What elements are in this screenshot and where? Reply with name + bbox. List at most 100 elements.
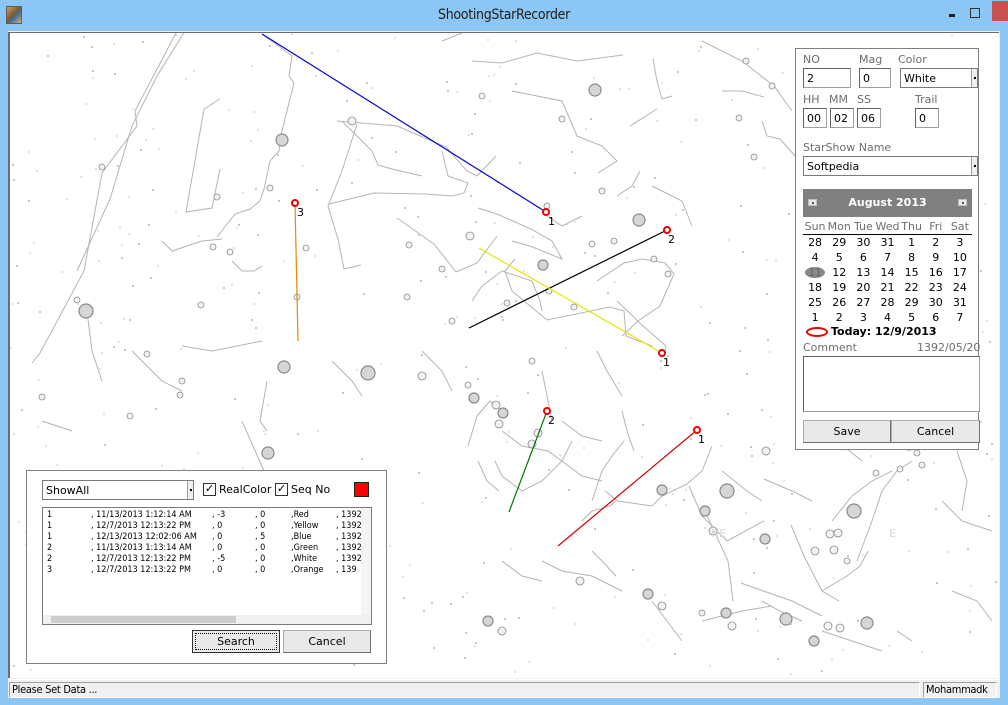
calendar-day[interactable]: 1 <box>900 235 924 250</box>
meteor-list[interactable]: 1, 11/13/2013 1:12:14 AM, -3, 0 ,Red, 139… <box>42 507 372 625</box>
chevron-down-icon[interactable] <box>187 481 193 499</box>
calendar-day[interactable]: 7 <box>875 250 899 265</box>
calendar-day[interactable]: 14 <box>875 265 899 280</box>
list-item[interactable]: 1, 11/13/2013 1:12:14 AM, -3, 0 ,Red, 139… <box>47 510 371 521</box>
calendar-day[interactable]: 18 <box>803 280 827 295</box>
faint-star <box>404 207 406 209</box>
starshow-select[interactable]: Softpedia <box>803 156 978 176</box>
calendar-day[interactable]: 2 <box>924 235 948 250</box>
calendar-day[interactable]: 26 <box>827 295 851 310</box>
mag-input[interactable]: 0 <box>859 68 891 88</box>
calendar-day[interactable]: 17 <box>948 265 972 280</box>
calendar-today[interactable]: Today: 12/9/2013 <box>806 325 937 338</box>
ss-input[interactable]: 06 <box>857 108 881 128</box>
faint-star <box>485 497 487 499</box>
color-select[interactable]: White <box>900 68 978 88</box>
calendar-day[interactable]: 10 <box>948 250 972 265</box>
calendar-next-button[interactable] <box>958 199 967 206</box>
calendar-day[interactable]: 11 <box>803 265 827 280</box>
calendar-day[interactable]: 31 <box>875 235 899 250</box>
faint-star <box>660 367 662 369</box>
calendar-day[interactable]: 5 <box>900 310 924 325</box>
list-cell-trail: , 5 <box>255 532 266 542</box>
filter-select[interactable]: ShowAll <box>42 480 194 500</box>
calendar-day[interactable]: 31 <box>948 295 972 310</box>
calendar-day[interactable]: 9 <box>924 250 948 265</box>
trail-input[interactable]: 0 <box>915 108 939 128</box>
chevron-down-icon[interactable] <box>971 69 977 87</box>
faint-star <box>690 438 692 440</box>
calendar-day[interactable]: 8 <box>900 250 924 265</box>
calendar-day[interactable]: 2 <box>827 310 851 325</box>
meteor-trail[interactable] <box>294 202 299 342</box>
calendar-day[interactable]: 19 <box>827 280 851 295</box>
list-item[interactable]: 2 , 11/13/2013 1:13:14 AM , 0 , 0 ,Green , 13… <box>47 543 371 554</box>
seqno-checkbox[interactable]: ✓ <box>275 483 288 496</box>
calendar-day[interactable]: 20 <box>851 280 875 295</box>
faint-star <box>258 292 260 294</box>
calendar-day[interactable]: 7 <box>948 310 972 325</box>
calendar-day[interactable]: 13 <box>851 265 875 280</box>
list-item[interactable]: 1, 12/13/2013 12:02:06 AM, 0, 5 ,Blue, 13… <box>47 532 371 543</box>
faint-star <box>129 319 131 321</box>
faint-star <box>776 535 778 537</box>
calendar-day[interactable]: 30 <box>924 295 948 310</box>
cancel-button[interactable]: Cancel <box>891 420 980 443</box>
scrollbar-thumb[interactable] <box>51 616 236 623</box>
calendar-day[interactable]: 3 <box>948 235 972 250</box>
close-button[interactable]: X <box>992 1 1008 21</box>
calendar-day[interactable]: 21 <box>875 280 899 295</box>
faint-star <box>30 669 32 671</box>
star <box>742 57 750 65</box>
chevron-down-icon[interactable] <box>971 157 977 175</box>
calendar-day[interactable]: 28 <box>803 235 827 250</box>
meteor-trail[interactable] <box>557 429 698 547</box>
list-item[interactable]: 2, 12/7/2013 12:13:22 PM, -5, 0 ,White, 1… <box>47 554 371 565</box>
calendar-day[interactable]: 12 <box>827 265 851 280</box>
calendar-day[interactable]: 5 <box>827 250 851 265</box>
calendar-day[interactable]: 23 <box>924 280 948 295</box>
calendar-day[interactable]: 4 <box>803 250 827 265</box>
minimize-button[interactable] <box>946 7 960 21</box>
save-button[interactable]: Save <box>803 420 891 443</box>
calendar-day[interactable]: 24 <box>948 280 972 295</box>
calendar-day[interactable]: 28 <box>875 295 899 310</box>
faint-star <box>675 214 677 216</box>
calendar-day[interactable]: 25 <box>803 295 827 310</box>
calendar-day[interactable]: 29 <box>900 295 924 310</box>
color-swatch[interactable] <box>354 482 369 497</box>
list-item[interactable]: 1 , 12/7/2013 12:13:22 PM , 0 , 0 ,Yellow , 1… <box>47 521 371 532</box>
meteor-trail[interactable] <box>261 33 547 213</box>
faint-star <box>618 382 620 384</box>
list-vertical-scrollbar[interactable] <box>361 508 371 616</box>
faint-star <box>357 159 359 161</box>
calendar-day[interactable]: 30 <box>851 235 875 250</box>
calendar-day[interactable]: 4 <box>875 310 899 325</box>
calendar-day[interactable]: 15 <box>900 265 924 280</box>
calendar-day[interactable]: 1 <box>803 310 827 325</box>
calendar-day[interactable]: 6 <box>924 310 948 325</box>
meteor-trail[interactable] <box>508 410 548 513</box>
list-item[interactable]: 3 , 12/7/2013 12:13:22 PM , 0 , 0 ,Orange , 1… <box>47 565 371 576</box>
constellation-line <box>941 500 993 532</box>
calendar-day[interactable]: 6 <box>851 250 875 265</box>
calendar-prev-button[interactable] <box>808 199 817 206</box>
search-cancel-button[interactable]: Cancel <box>283 630 371 653</box>
calendar-day[interactable]: 29 <box>827 235 851 250</box>
list-horizontal-scrollbar[interactable] <box>43 615 371 624</box>
calendar-day[interactable]: 27 <box>851 295 875 310</box>
star <box>918 461 926 469</box>
meteor-trail[interactable] <box>468 229 668 329</box>
calendar-day[interactable]: 3 <box>851 310 875 325</box>
constellation-line <box>651 600 683 642</box>
calendar-day[interactable]: 16 <box>924 265 948 280</box>
maximize-button[interactable] <box>970 8 980 18</box>
comment-textarea[interactable] <box>803 356 980 412</box>
no-input[interactable]: 2 <box>803 68 851 88</box>
search-button[interactable]: Search <box>192 630 280 653</box>
faint-star <box>420 280 422 282</box>
hh-input[interactable]: 00 <box>803 108 827 128</box>
mm-input[interactable]: 02 <box>830 108 854 128</box>
calendar-day[interactable]: 22 <box>900 280 924 295</box>
realcolor-checkbox[interactable]: ✓ <box>203 483 216 496</box>
